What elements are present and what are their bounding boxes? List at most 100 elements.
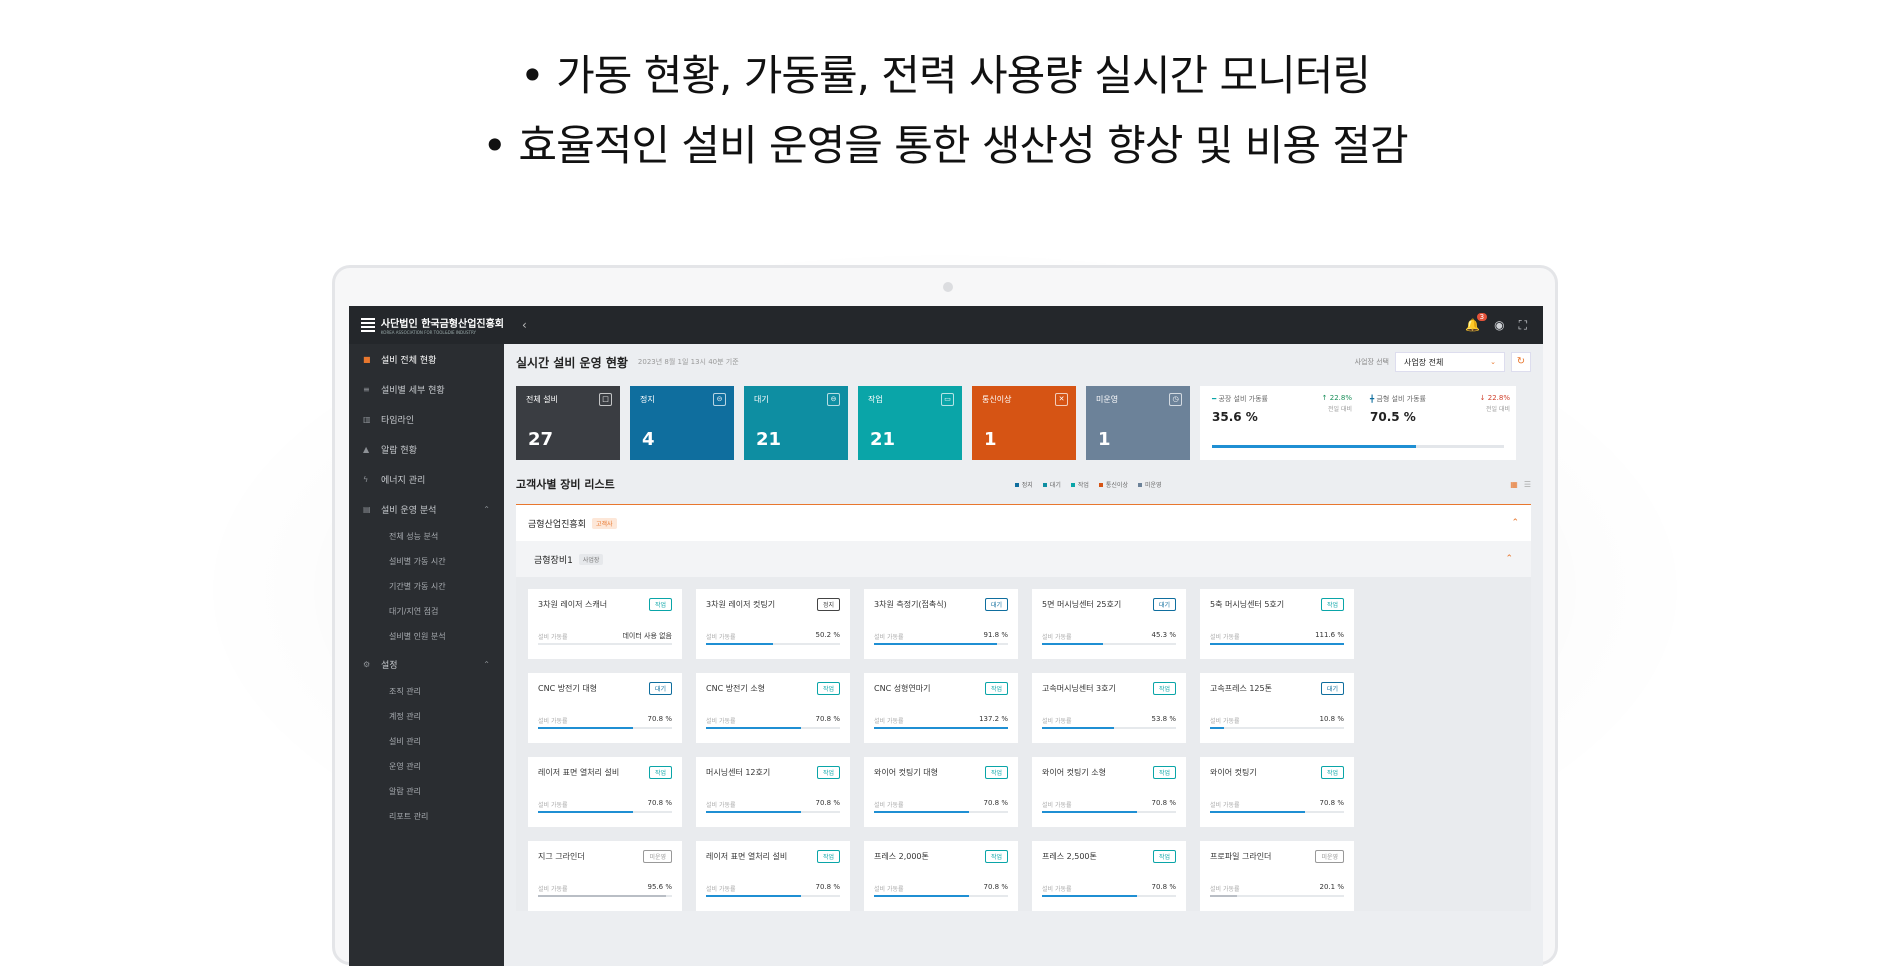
list-view-icon[interactable]: ☰ — [1524, 480, 1531, 489]
equipment-card[interactable]: 와이어 컷팅기 작업 설비 가동률 70.8 % — [1200, 757, 1354, 827]
sidebar-subitem[interactable]: 기간별 가동 시간 — [349, 574, 504, 599]
view-toggle: ▦ ☰ — [1510, 480, 1531, 489]
equipment-status-badge: 작업 — [984, 766, 1008, 779]
status-card-label: 대기 — [754, 395, 769, 404]
equipment-rate-value: 137.2 % — [979, 715, 1008, 723]
equipment-card[interactable]: 프레스 2,500톤 작업 설비 가동률 70.8 % — [1032, 841, 1186, 911]
equipment-card[interactable]: CNC 방전기 소형 작업 설비 가동률 70.8 % — [696, 673, 850, 743]
rate-progress-fill — [1212, 445, 1417, 448]
equipment-rate-bar — [1210, 811, 1344, 813]
sidebar-item-1[interactable]: ≡ 설비별 세부 현황 — [349, 374, 504, 404]
sidebar-subitem[interactable]: 설비별 인원 분석 — [349, 624, 504, 649]
status-card[interactable]: 대기 ⊖ 21 — [744, 386, 848, 460]
laptop-frame: 사단법인 한국금형산업진흥회 KOREA ASSOCIATION FOR TOO… — [332, 265, 1558, 966]
equipment-card[interactable]: 레이저 표면 열처리 설비 작업 설비 가동률 70.8 % — [528, 757, 682, 827]
status-card[interactable]: 작업 ▭ 21 — [858, 386, 962, 460]
sidebar-subitem[interactable]: 설비별 가동 시간 — [349, 549, 504, 574]
sidebar-subitem[interactable]: 계정 관리 — [349, 704, 504, 729]
chevron-up-icon[interactable]: ⌃ — [1505, 554, 1513, 564]
equipment-rate-value: 70.8 % — [815, 715, 840, 723]
status-icon: □ — [599, 393, 612, 406]
headline-1: • 가동 현황, 가동률, 전력 사용량 실시간 모니터링 — [519, 51, 1371, 100]
refresh-button[interactable]: ↻ — [1511, 352, 1531, 372]
sidebar-subitem[interactable]: 전체 성능 분석 — [349, 524, 504, 549]
customer-group: 금형산업진흥회 고객사 ⌃ 금형장비1 사업장 ⌃ 3차원 레이저 스캐너 작업 설… — [516, 504, 1531, 911]
equipment-rate-value: 20.1 % — [1319, 883, 1344, 891]
plant-rate: ━ 공장 설비 가동률 35.6 % ↑ 22.8% 전일 대비 — [1212, 394, 1352, 424]
equipment-rate-bar — [874, 811, 1008, 813]
equipment-rate-fill — [706, 811, 801, 813]
equipment-card[interactable]: 와이어 컷팅기 소형 작업 설비 가동률 70.8 % — [1032, 757, 1186, 827]
user-icon[interactable]: ◉ — [1494, 318, 1504, 332]
equipment-card[interactable]: CNC 방전기 대형 대기 설비 가동률 70.8 % — [528, 673, 682, 743]
logo[interactable]: 사단법인 한국금형산업진흥회 KOREA ASSOCIATION FOR TOO… — [349, 306, 504, 344]
fullscreen-icon[interactable]: ⛶ — [1519, 318, 1527, 333]
equipment-card[interactable]: 고속프레스 125톤 대기 설비 가동률 10.8 % — [1200, 673, 1354, 743]
sidebar-subitem[interactable]: 설비 관리 — [349, 729, 504, 754]
equipment-rate-value: 10.8 % — [1319, 715, 1344, 723]
status-card[interactable]: 미운영 ◷ 1 — [1086, 386, 1190, 460]
equipment-card[interactable]: 와이어 컷팅기 대형 작업 설비 가동률 70.8 % — [864, 757, 1018, 827]
sidebar-item-0[interactable]: ■ 설비 전체 현황 — [349, 344, 504, 374]
grid-view-icon[interactable]: ▦ — [1510, 480, 1518, 489]
app-screen: 사단법인 한국금형산업진흥회 KOREA ASSOCIATION FOR TOO… — [349, 306, 1543, 966]
site-group-header[interactable]: 금형장비1 사업장 ⌃ — [516, 541, 1531, 577]
sidebar-item-2[interactable]: ▥ 타임라인 — [349, 404, 504, 434]
status-icon: ⊖ — [827, 393, 840, 406]
sidebar-subitem[interactable]: 운영 관리 — [349, 754, 504, 779]
customer-group-header[interactable]: 금형산업진흥회 고객사 ⌃ — [516, 505, 1531, 541]
equipment-status-badge: 작업 — [984, 682, 1008, 695]
chevron-up-icon[interactable]: ⌃ — [1511, 518, 1519, 528]
sidebar-subitem[interactable]: 조직 관리 — [349, 679, 504, 704]
status-card[interactable]: 정지 ⊝ 4 — [630, 386, 734, 460]
equipment-rate-fill — [874, 727, 1008, 729]
equipment-card[interactable]: 프로파일 그라인더 미운영 설비 가동률 20.1 % — [1200, 841, 1354, 911]
equipment-card[interactable]: 3차원 레이저 스캐너 작업 설비 가동률 데이터 사용 없음 — [528, 589, 682, 659]
sidebar-subitem[interactable]: 리포트 관리 — [349, 804, 504, 829]
equipment-card[interactable]: 3차원 측정기(접촉식) 대기 설비 가동률 91.8 % — [864, 589, 1018, 659]
equipment-status-badge: 대기 — [648, 682, 672, 695]
site-select[interactable]: 사업장 전체 ⌄ — [1395, 352, 1505, 372]
equipment-rate-value: 70.8 % — [647, 715, 672, 723]
sidebar-item-4[interactable]: ϟ 에너지 관리 — [349, 464, 504, 494]
equipment-status-badge: 작업 — [816, 682, 840, 695]
equipment-rate-value: 70.8 % — [815, 799, 840, 807]
equipment-rate-fill — [1210, 811, 1305, 813]
equipment-card[interactable]: 3차원 레이저 컷팅기 정지 설비 가동률 50.2 % — [696, 589, 850, 659]
status-card[interactable]: 전체 설비 □ 27 — [516, 386, 620, 460]
equipment-status-badge: 미운영 — [643, 850, 672, 863]
org-name: 사단법인 한국금형산업진흥회 — [380, 319, 504, 330]
equipment-status-badge: 작업 — [816, 766, 840, 779]
equipment-rate-bar — [1210, 727, 1344, 729]
bell-icon[interactable]: 🔔 3 — [1465, 313, 1488, 332]
equipment-rate-fill — [874, 811, 969, 813]
status-legend: 정지 대기 작업 통신이상 미운영 — [1014, 480, 1162, 489]
equipment-card[interactable]: 5축 머시닝센터 5호기 작업 설비 가동률 111.6 % — [1200, 589, 1354, 659]
status-card-label: 정지 — [640, 395, 655, 404]
sidebar-subitem[interactable]: 알람 관리 — [349, 779, 504, 804]
status-card-value: 1 — [984, 429, 997, 450]
equipment-rate-value: 70.8 % — [647, 799, 672, 807]
sidebar-item-5[interactable]: ▤ 설비 운영 분석 ⌃ — [349, 494, 504, 524]
equipment-rate-value: 데이터 사용 없음 — [622, 632, 672, 640]
equipment-status-badge: 대기 — [984, 598, 1008, 611]
equipment-card[interactable]: 고속머시닝센터 3호기 작업 설비 가동률 53.8 % — [1032, 673, 1186, 743]
collapse-sidebar-icon[interactable]: ‹ — [522, 318, 527, 332]
sidebar-item-settings[interactable]: ⚙ 설정 ⌃ — [349, 649, 504, 679]
equipment-rate-bar — [1210, 895, 1344, 897]
equipment-card[interactable]: CNC 성형연마기 작업 설비 가동률 137.2 % — [864, 673, 1018, 743]
equipment-card[interactable]: 레이저 표면 열처리 설비 작업 설비 가동률 70.8 % — [696, 841, 850, 911]
equipment-card[interactable]: 머시닝센터 12호기 작업 설비 가동률 70.8 % — [696, 757, 850, 827]
equipment-card[interactable]: 지그 그라인더 미운영 설비 가동률 95.6 % — [528, 841, 682, 911]
status-card-value: 1 — [1098, 429, 1111, 450]
sidebar-item-3[interactable]: ▲ 알람 현황 — [349, 434, 504, 464]
status-card[interactable]: 통신이상 ✕ 1 — [972, 386, 1076, 460]
equipment-card[interactable]: 5면 머시닝센터 25호기 대기 설비 가동률 45.3 % — [1032, 589, 1186, 659]
plant-rate-change: ↑ 22.8% 전일 대비 — [1321, 394, 1352, 413]
equipment-rate-value: 70.8 % — [1151, 799, 1176, 807]
equipment-rate-label: 설비 가동률 — [1210, 802, 1240, 809]
legend-item: 작업 — [1070, 480, 1089, 489]
equipment-rate-value: 95.6 % — [647, 883, 672, 891]
sidebar-subitem[interactable]: 대기/지연 점검 — [349, 599, 504, 624]
equipment-card[interactable]: 프레스 2,000톤 작업 설비 가동률 70.8 % — [864, 841, 1018, 911]
